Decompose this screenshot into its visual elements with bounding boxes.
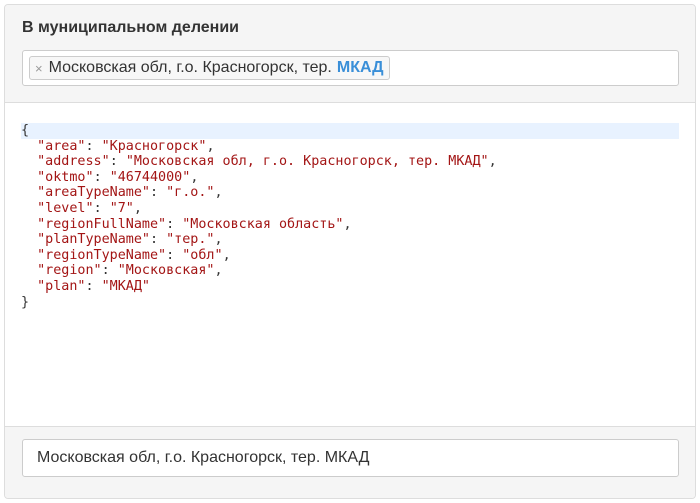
json-key: "regionTypeName" [37, 247, 167, 263]
json-value: "Московская" [117, 263, 215, 279]
json-entry: "regionFullName": "Московская область", [37, 216, 352, 232]
panel-footer [5, 426, 695, 498]
json-entry: "areaTypeName": "г.о.", [37, 185, 223, 201]
json-value: "МКАД" [101, 278, 150, 294]
address-panel: В муниципальном делении × Московская обл… [4, 4, 696, 499]
json-value: "Московская область" [182, 216, 344, 232]
json-entry: "oktmo": "46744000", [37, 169, 199, 185]
json-key: "areaTypeName" [37, 185, 150, 201]
json-key: "address" [37, 154, 110, 170]
json-key: "plan" [37, 278, 86, 294]
json-close-brace: } [21, 294, 30, 310]
json-entry: "area": "Красногорск", [37, 138, 215, 154]
json-entry: "planTypeName": "тер.", [37, 232, 223, 248]
panel-heading: В муниципальном делении × Московская обл… [5, 5, 695, 103]
json-value: "Красногорск" [101, 138, 207, 154]
json-value: "обл" [182, 247, 223, 263]
json-entry: "plan": "МКАД" [37, 278, 150, 294]
panel-title: В муниципальном делении [22, 19, 240, 36]
json-key: "planTypeName" [37, 232, 150, 248]
json-key: "level" [37, 200, 94, 216]
json-value: "Московская обл, г.о. Красногорск, тер. … [125, 154, 489, 170]
json-key: "regionFullName" [37, 216, 167, 232]
json-value: "г.о." [166, 185, 215, 201]
json-value: "тер." [166, 232, 215, 248]
token-text: Московская обл, г.о. Красногорск, тер. [48, 59, 332, 76]
json-value: "7" [109, 200, 134, 216]
address-token[interactable]: × Московская обл, г.о. Красногорск, тер.… [29, 56, 390, 80]
json-entry: "address": "Московская обл, г.о. Красног… [37, 154, 497, 170]
json-entry: "region": "Московская", [37, 263, 223, 279]
json-output: { "area": "Красногорск", "address": "Мос… [21, 123, 679, 310]
json-key: "oktmo" [37, 169, 94, 185]
json-value: "46744000" [109, 169, 191, 185]
json-open-brace: { [21, 123, 679, 139]
json-key: "area" [37, 138, 86, 154]
result-address-field[interactable] [22, 439, 679, 477]
close-icon[interactable]: × [35, 62, 43, 75]
panel-body: { "area": "Красногорск", "address": "Мос… [5, 103, 695, 427]
address-token-input[interactable]: × Московская обл, г.о. Красногорск, тер.… [22, 50, 679, 86]
token-highlight-text: МКАД [336, 59, 384, 76]
json-entry: "level": "7", [37, 200, 142, 216]
json-key: "region" [37, 263, 102, 279]
json-entry: "regionTypeName": "обл", [37, 247, 231, 263]
